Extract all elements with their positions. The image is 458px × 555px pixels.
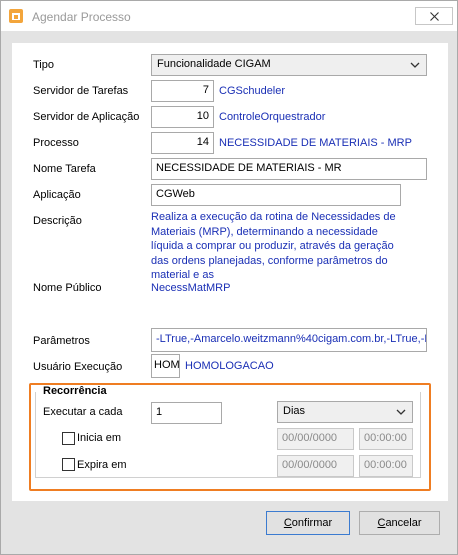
usuario-execucao-name: HOMOLOGACAO xyxy=(185,360,274,372)
servidor-aplicacao-name: ControleOrquestrador xyxy=(219,111,326,123)
servidor-tarefas-name: CGSchudeler xyxy=(219,85,286,97)
parametros-field[interactable]: -LTrue,-Amarcelo.weitzmann%40cigam.com.b… xyxy=(151,328,427,352)
app-home-icon xyxy=(9,9,23,23)
servidor-aplicacao-label: Servidor de Aplicação xyxy=(33,111,140,123)
tipo-label: Tipo xyxy=(33,59,54,71)
descricao-text: Realiza a execução da rotina de Necessid… xyxy=(151,211,396,281)
cancelar-button[interactable]: Cancelar xyxy=(359,511,440,535)
recorrencia-highlight-box xyxy=(29,383,431,491)
title-bar: Agendar Processo xyxy=(1,1,457,31)
nome-tarefa-field[interactable]: NECESSIDADE DE MATERIAIS - MR xyxy=(151,158,427,180)
confirmar-mnemonic: C xyxy=(283,517,292,529)
close-icon xyxy=(430,12,439,21)
aplicacao-field[interactable]: CGWeb xyxy=(151,184,401,206)
processo-label: Processo xyxy=(33,137,79,149)
chevron-down-icon xyxy=(410,62,420,68)
servidor-tarefas-label: Servidor de Tarefas xyxy=(33,85,129,97)
nome-publico-label: Nome Público xyxy=(33,282,102,294)
aplicacao-label: Aplicação xyxy=(33,189,81,201)
agendar-processo-dialog: Agendar Processo Tipo Funcionalidade CIG… xyxy=(0,0,458,555)
parametros-label: Parâmetros xyxy=(33,335,90,347)
usuario-execucao-label: Usuário Execução xyxy=(33,361,123,373)
window-title: Agendar Processo xyxy=(32,10,131,24)
processo-code-field[interactable]: 14 xyxy=(151,132,214,154)
descricao-label: Descrição xyxy=(33,215,82,227)
usuario-execucao-code-field[interactable]: HOM xyxy=(151,354,180,378)
nome-publico-value: NecessMatMRP xyxy=(151,282,231,294)
processo-name: NECESSIDADE DE MATERIAIS - MRP xyxy=(219,137,412,149)
tipo-select[interactable]: Funcionalidade CIGAM xyxy=(151,54,427,76)
servidor-aplicacao-code-field[interactable]: 10 xyxy=(151,106,214,128)
nome-tarefa-label: Nome Tarefa xyxy=(33,163,96,175)
tipo-value: Funcionalidade CIGAM xyxy=(157,58,271,70)
confirmar-label: onfirmar xyxy=(291,517,333,529)
servidor-tarefas-code-field[interactable]: 7 xyxy=(151,80,214,102)
confirmar-button[interactable]: Confirmar xyxy=(266,511,350,535)
close-button[interactable] xyxy=(415,7,453,25)
cancelar-label: ancelar xyxy=(385,517,422,529)
